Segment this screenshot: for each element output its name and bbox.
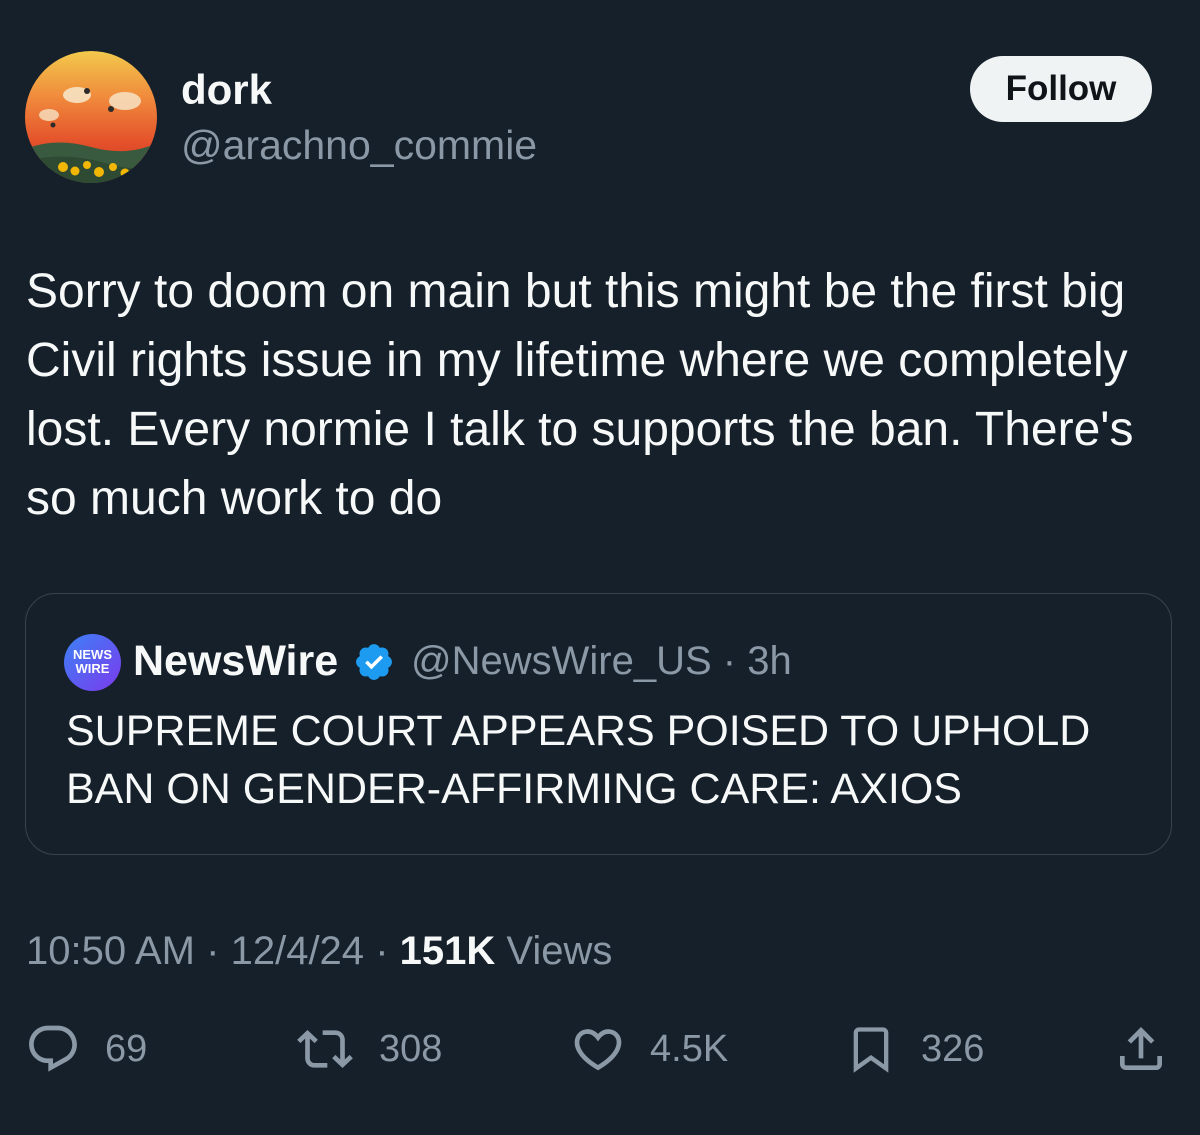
like-button[interactable]: 4.5K xyxy=(570,1021,728,1077)
tweet-meta: 10:50 AM · 12/4/24 · 151K Views xyxy=(26,925,612,977)
like-count: 4.5K xyxy=(650,1028,729,1070)
bookmark-icon xyxy=(853,1027,889,1073)
quoted-handle-time[interactable]: @NewsWire_US · 3h xyxy=(411,635,792,687)
reply-count: 69 xyxy=(105,1028,148,1070)
repost-count: 308 xyxy=(379,1028,443,1070)
author-handle[interactable]: @arachno_commie xyxy=(181,121,537,169)
bookmark-count: 326 xyxy=(921,1028,985,1070)
tweet-date[interactable]: 12/4/24 xyxy=(231,929,364,973)
quoted-tweet-card[interactable]: NEWS WIRE NewsWire @NewsWire_US · 3h SUP… xyxy=(25,593,1172,855)
quoted-display-name[interactable]: NewsWire xyxy=(133,635,338,687)
author-display-name[interactable]: dork xyxy=(181,66,272,114)
newswire-avatar[interactable]: NEWS WIRE xyxy=(64,634,121,691)
repost-icon xyxy=(297,1030,353,1068)
newswire-logo-text-bottom: WIRE xyxy=(76,661,110,676)
verified-badge-icon xyxy=(353,641,395,683)
bookmark-button[interactable]: 326 xyxy=(845,1021,984,1077)
follow-button[interactable]: Follow xyxy=(970,56,1152,122)
views-label: Views xyxy=(506,929,613,973)
reply-icon xyxy=(29,1025,77,1072)
quoted-tweet-text: SUPREME COURT APPEARS POISED TO UPHOLD B… xyxy=(66,707,1091,813)
reply-button[interactable]: 69 xyxy=(25,1021,147,1077)
newswire-logo-text-top: NEWS xyxy=(73,647,112,662)
author-avatar[interactable] xyxy=(25,51,157,183)
heart-icon xyxy=(574,1029,622,1071)
sunset-avatar-image xyxy=(25,51,157,183)
meta-separator: · xyxy=(206,929,220,973)
newswire-logo-icon: NEWS WIRE xyxy=(64,634,121,691)
share-button[interactable] xyxy=(1113,1021,1169,1077)
views-count: 151K xyxy=(399,929,496,973)
tweet-text: Sorry to doom on main but this might be … xyxy=(26,265,1134,525)
tweet-time[interactable]: 10:50 AM xyxy=(26,929,195,973)
meta-separator: · xyxy=(375,929,389,973)
repost-button[interactable]: 308 xyxy=(295,1021,442,1077)
share-icon xyxy=(1120,1027,1162,1070)
